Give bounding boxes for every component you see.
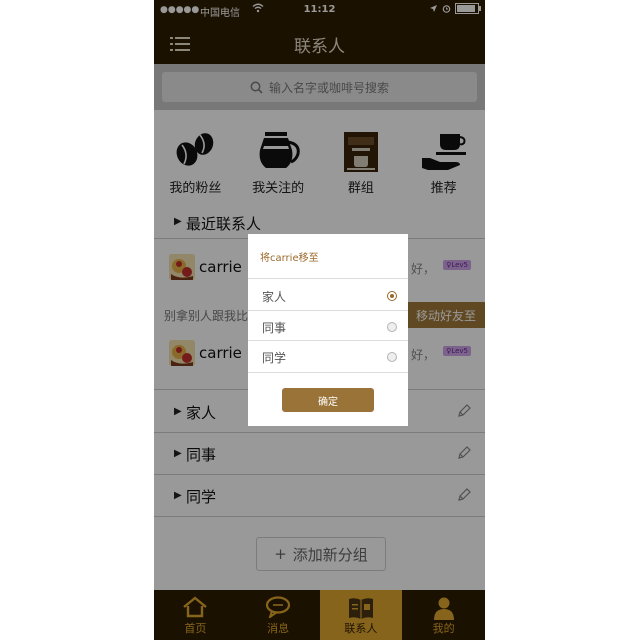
phone-screen: ●●●●● 中国电信 11:12 联系人 输入名字或咖啡号搜索 我的粉丝 我关注… xyxy=(154,0,485,640)
radio-button[interactable] xyxy=(387,291,397,301)
option-family[interactable]: 家人 xyxy=(248,280,408,310)
option-colleagues[interactable]: 同事 xyxy=(248,311,408,341)
option-label: 同学 xyxy=(262,351,287,365)
option-classmates[interactable]: 同学 xyxy=(248,341,408,371)
move-contact-dialog: 将carrie移至 家人 同事 同学 确定 xyxy=(248,234,408,426)
option-label: 同事 xyxy=(262,321,287,335)
divider xyxy=(248,372,408,373)
confirm-button[interactable]: 确定 xyxy=(282,388,374,412)
radio-button[interactable] xyxy=(387,322,397,332)
option-label: 家人 xyxy=(262,290,287,304)
radio-button[interactable] xyxy=(387,352,397,362)
divider xyxy=(248,278,408,279)
dialog-title: 将carrie移至 xyxy=(260,253,319,264)
